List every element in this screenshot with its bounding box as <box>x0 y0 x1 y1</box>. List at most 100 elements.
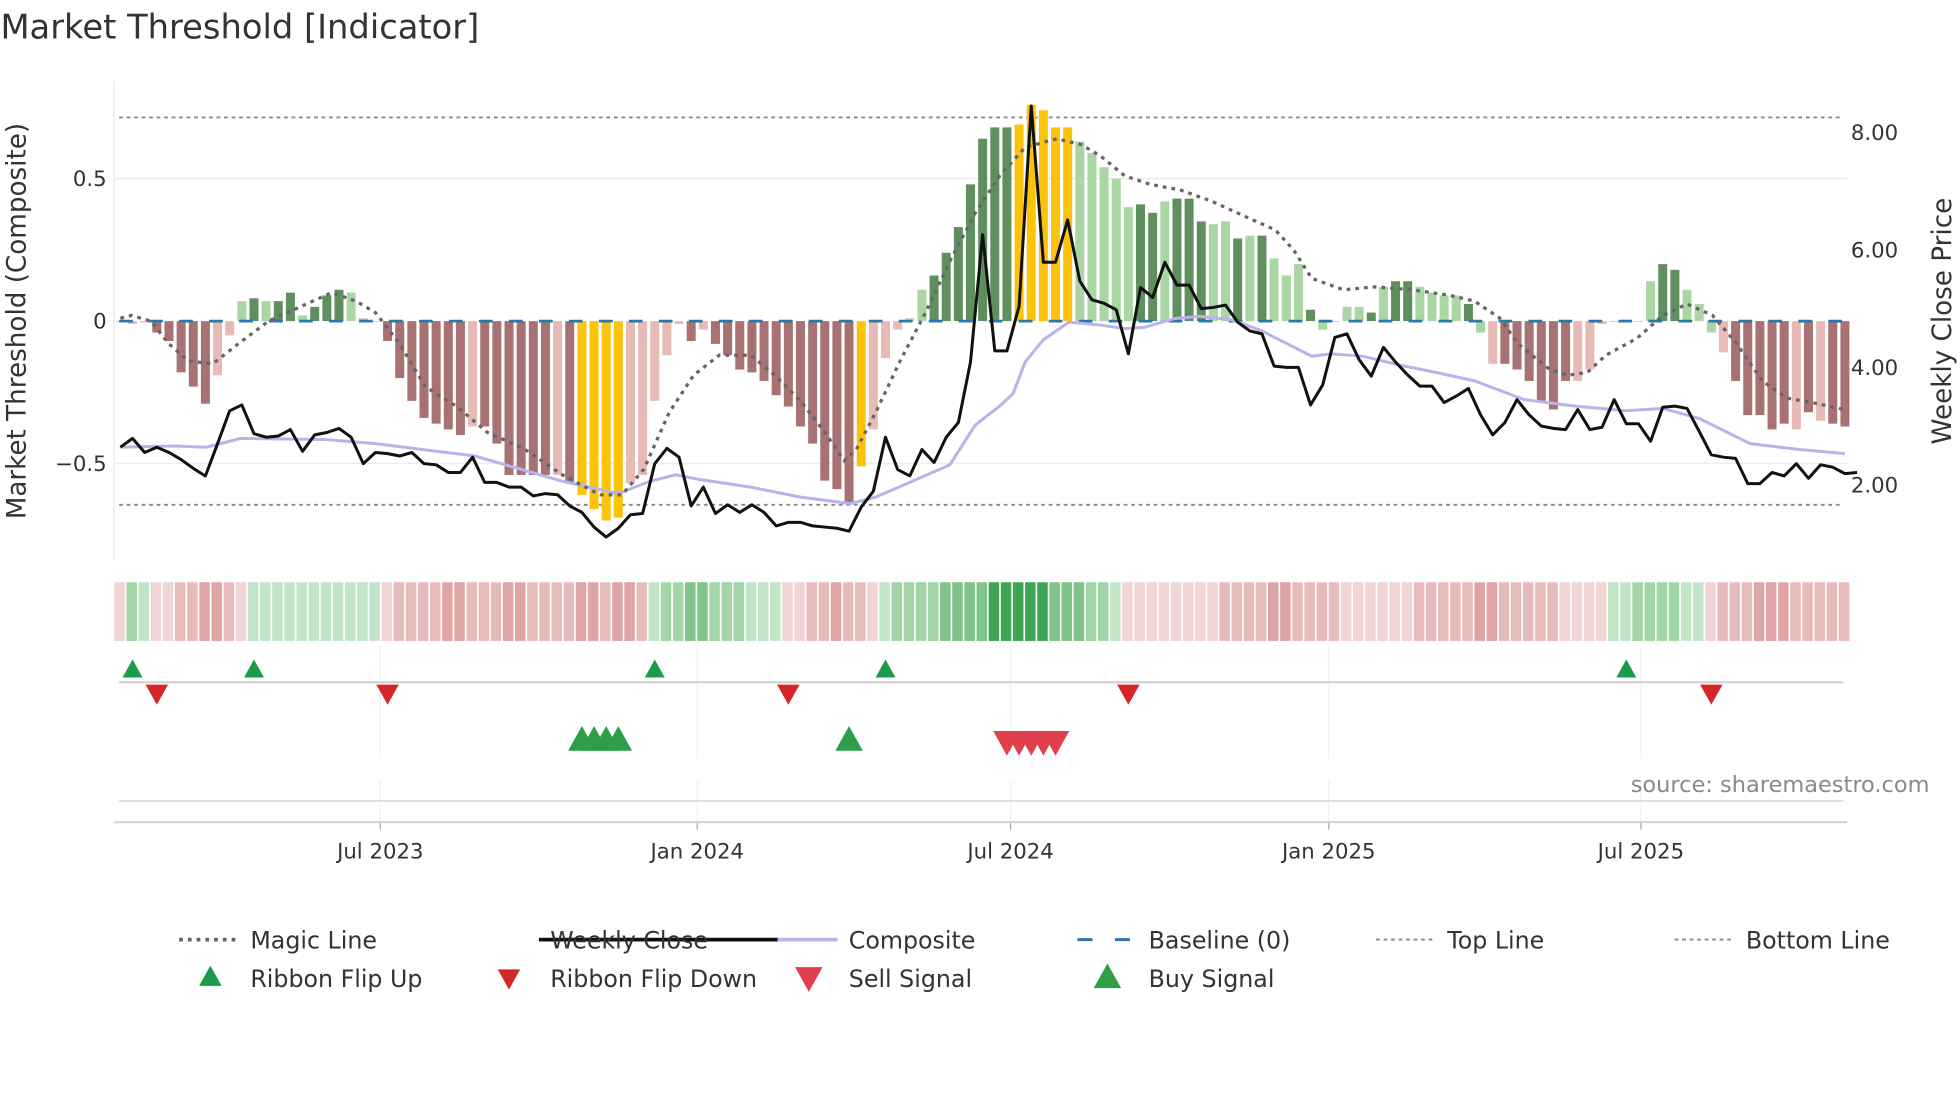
composite-bar <box>1378 286 1388 322</box>
ribbon-flip-down-marker <box>1700 684 1723 705</box>
composite-bar <box>820 321 830 481</box>
ribbon-cell <box>1450 582 1461 641</box>
ribbon-cell <box>1753 582 1765 641</box>
signal-markers <box>122 659 1723 756</box>
ribbon-flip-up-marker <box>122 659 143 678</box>
ribbon-cell <box>1438 582 1449 641</box>
ribbon-cell <box>1073 582 1085 641</box>
ribbon-cell <box>308 582 320 641</box>
legend-label: Weekly Close <box>550 926 708 954</box>
composite-bar <box>625 321 635 484</box>
composite-bar <box>1803 321 1813 413</box>
ribbon-cell <box>551 582 562 641</box>
composite-bar <box>468 321 478 427</box>
composite-bar <box>686 321 696 342</box>
composite-bar <box>1269 258 1279 322</box>
composite-bar <box>1706 321 1716 333</box>
ribbon-cell <box>1498 582 1510 641</box>
ribbon-flip-down-marker <box>777 684 800 705</box>
ribbon-cell <box>697 582 708 641</box>
composite-bar <box>176 321 186 373</box>
ribbon-cell <box>1267 582 1279 641</box>
composite-bar <box>674 321 684 324</box>
composite-bar <box>1694 304 1704 322</box>
legend-label: Ribbon Flip Up <box>250 965 422 993</box>
composite-bar <box>1233 238 1243 322</box>
ribbon-cell <box>1255 582 1267 641</box>
ribbon-cell <box>794 582 805 641</box>
ribbon-cell <box>903 582 915 641</box>
composite-bar <box>966 184 976 322</box>
ribbon-cell <box>1365 582 1376 641</box>
ribbon-cell <box>1340 582 1352 641</box>
composite-bar <box>868 321 878 430</box>
right-tick-label: 4.00 <box>1851 356 1898 381</box>
ribbon-cell <box>1608 582 1619 641</box>
ribbon-cell <box>685 582 696 641</box>
composite-bar <box>1342 306 1352 322</box>
composite-bar <box>285 292 295 322</box>
ribbon-cell <box>587 582 599 641</box>
composite-bar <box>759 321 769 381</box>
ribbon-cell <box>1061 582 1073 641</box>
ribbon-cell <box>1085 582 1097 641</box>
composite-bar <box>407 321 417 401</box>
x-tick-label: Jul 2025 <box>1596 839 1684 864</box>
ribbon-cell <box>284 582 295 641</box>
ribbon-cell <box>1219 582 1230 641</box>
composite-bar <box>662 321 672 356</box>
ribbon-cell <box>1838 582 1850 641</box>
composite-bar <box>771 321 781 396</box>
ribbon-cell <box>381 582 392 641</box>
ribbon-cell <box>672 582 684 641</box>
ribbon-cell <box>1571 582 1583 641</box>
source-note: source: sharemaestro.com <box>1631 772 1930 798</box>
composite-bar <box>650 321 660 401</box>
ribbon-cell <box>915 582 927 641</box>
ribbon-cell <box>1292 582 1303 641</box>
composite-bar <box>1148 212 1158 322</box>
composite-bar <box>1293 264 1303 322</box>
composite-bar <box>322 295 332 322</box>
left-tick-label: −0.5 <box>55 452 107 477</box>
composite-bar <box>1415 286 1425 322</box>
ribbon-cell <box>150 582 162 641</box>
ribbon-cell <box>1025 582 1036 641</box>
composite-bar <box>747 321 757 373</box>
ribbon-cell <box>272 582 283 641</box>
ribbon-cell <box>1110 582 1121 641</box>
ribbon-cell <box>114 582 125 641</box>
ribbon-cell <box>1620 582 1631 641</box>
ribbon-cell <box>770 582 781 641</box>
ribbon-cell <box>187 582 198 641</box>
ribbon-cell <box>174 582 186 641</box>
composite-bar <box>1670 269 1680 322</box>
composite-bar <box>978 138 988 322</box>
composite-bar <box>1633 321 1643 322</box>
ribbon-flip-up-marker <box>1616 659 1637 678</box>
composite-bar <box>1245 235 1255 322</box>
composite-bar <box>553 321 563 475</box>
ribbon-cell <box>1304 582 1315 641</box>
ribbon-cell <box>1765 582 1777 641</box>
chart-title: Market Threshold [Indicator] <box>0 8 479 47</box>
ribbon-cell <box>1231 582 1243 641</box>
ribbon-cell <box>332 582 344 641</box>
legend-label: Bottom Line <box>1746 926 1890 954</box>
composite-bar <box>577 321 587 495</box>
ribbon-cell <box>162 582 174 641</box>
composite-bar <box>1354 306 1364 322</box>
right-tick-label: 8.00 <box>1851 121 1898 146</box>
x-tick-label: Jan 2025 <box>1280 839 1376 864</box>
buy-signal-legend-icon <box>1093 963 1122 989</box>
composite-bar <box>1281 275 1291 322</box>
composite-bar <box>1767 321 1777 430</box>
ribbon-cell <box>138 582 150 641</box>
ribbon-cell <box>223 582 235 641</box>
composite-bar <box>431 321 441 424</box>
ribbon-cell <box>940 582 951 641</box>
ribbon-cell <box>1462 582 1473 641</box>
ribbon-cell <box>199 582 210 641</box>
ribbon-cell <box>1632 582 1643 641</box>
ribbon-cell <box>1523 582 1534 641</box>
